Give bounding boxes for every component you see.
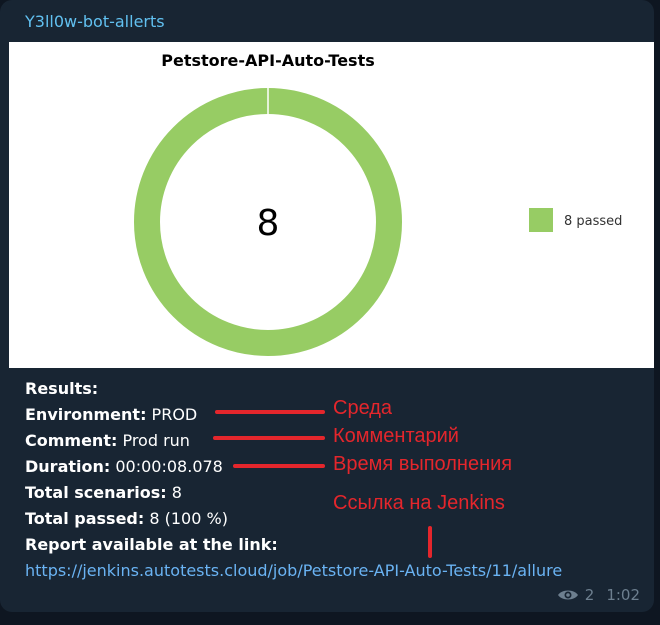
line-report-link-label: Report available at the link: [25,535,278,554]
sender-name[interactable]: Y3ll0w-bot-allerts [25,12,165,31]
report-chart[interactable]: Petstore-API-Auto-Tests 8 passed 8 [9,42,654,368]
annotation-comment: Комментарий [333,425,459,447]
eye-icon [557,590,578,600]
annotation-duration: Время выполнения [333,453,513,475]
annotation-environment: Среда [333,397,393,419]
annotation-line-duration [233,464,325,468]
annotation-line-environment [215,410,325,414]
annotation-jenkins: Ссылка на Jenkins [333,492,505,514]
report-link[interactable]: https://jenkins.autotests.cloud/job/Pets… [25,561,562,580]
legend-swatch [529,208,553,232]
center-total-label: 8 [257,203,280,244]
legend-label: 8 passed [564,214,622,229]
donut-chart-svg: Petstore-API-Auto-Tests 8 passed 8 [134,51,622,356]
annotation-line-jenkins [428,526,432,558]
message-bubble: Y3ll0w-bot-allerts Petstore-API-Auto-Tes… [0,0,654,612]
view-count: 2 [584,586,595,604]
message-time: 1:02 [606,586,640,604]
line-report-link: https://jenkins.autotests.cloud/job/Pets… [25,558,645,584]
message-meta: 2 1:02 [557,586,640,604]
annotation-line-comment [213,436,325,440]
chart-title: Petstore-API-Auto-Tests [161,51,375,70]
